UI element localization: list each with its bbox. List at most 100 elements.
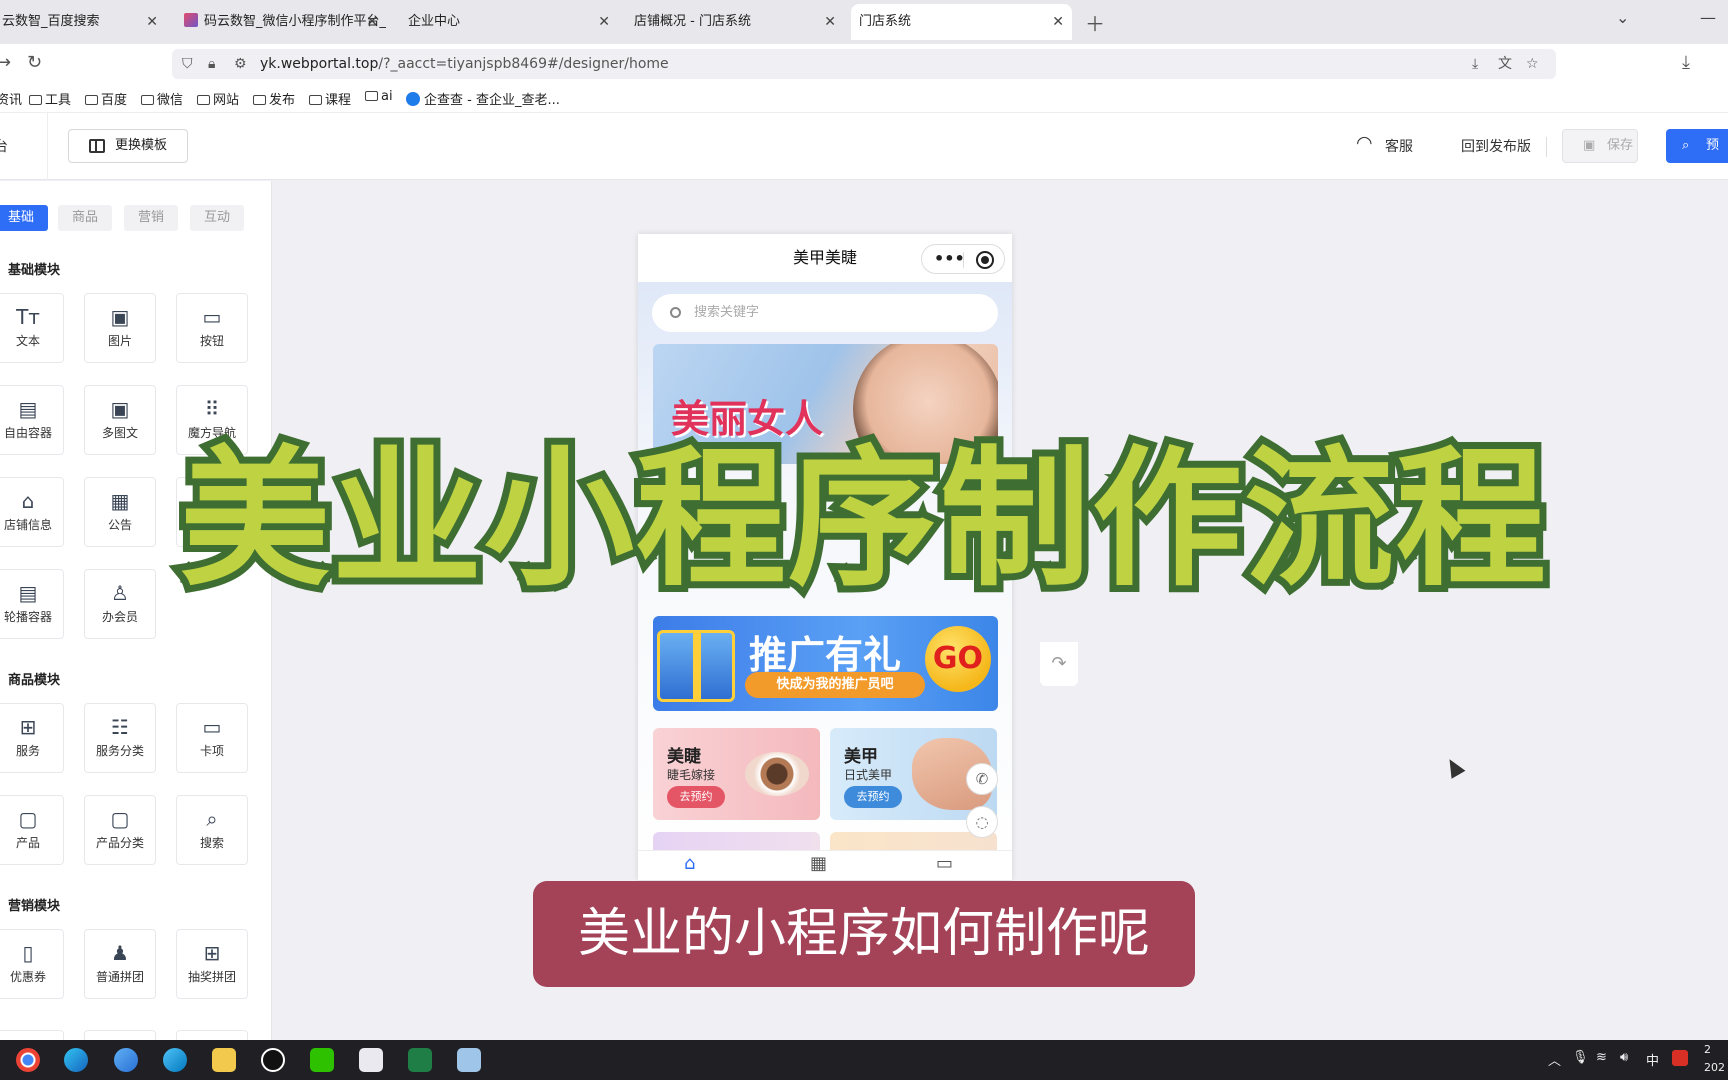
star-icon[interactable]: ☆ <box>1526 49 1539 79</box>
sogou-browser-icon[interactable] <box>114 1048 138 1072</box>
wechat-icon[interactable] <box>310 1048 334 1072</box>
tab-goods[interactable]: 商品 <box>58 205 112 231</box>
ime-indicator[interactable]: 中 <box>1646 1050 1659 1069</box>
preview-button[interactable]: ⌕ 预 <box>1666 129 1728 163</box>
lock-icon: 🔒︎ <box>208 56 216 72</box>
download-icon[interactable]: ⤓ <box>1682 52 1690 73</box>
close-icon[interactable]: ✕ <box>824 4 836 40</box>
bookmark-item[interactable]: 发布 <box>253 89 295 108</box>
bookmark-item[interactable]: 工具 <box>29 89 71 108</box>
folder-icon <box>309 95 322 105</box>
module-card[interactable]: ▢ 产品分类 <box>84 795 156 865</box>
change-template-button[interactable]: 更换模板 <box>68 129 188 163</box>
module-card[interactable] <box>0 1030 64 1040</box>
bookmark-item[interactable]: ai <box>365 89 393 104</box>
gift-box-icon <box>657 630 735 702</box>
chat-icon[interactable]: ◌ <box>966 806 998 838</box>
save-label: 保存 <box>1607 138 1634 153</box>
module-card[interactable]: ♟ 普通拼团 <box>84 929 156 999</box>
customer-service-button[interactable]: 客服 <box>1385 136 1413 156</box>
calendar-icon[interactable]: ▦ <box>810 853 827 874</box>
module-card[interactable]: ▯ 优惠券 <box>0 929 64 999</box>
wifi-icon[interactable]: ≋ <box>1596 1050 1607 1065</box>
clock-time[interactable]: 2 <box>1704 1043 1711 1056</box>
module-label: 服务 <box>15 744 40 758</box>
book-button[interactable]: 去预约 <box>844 786 902 808</box>
service-card-eyelash[interactable]: 美睫 睫毛嫁接 去预约 <box>653 728 820 820</box>
phone-search-input[interactable]: 搜索关键字 <box>652 294 998 332</box>
edge-icon[interactable] <box>64 1048 88 1072</box>
forward-icon[interactable]: → <box>0 52 11 73</box>
tab-marketing[interactable]: 营销 <box>124 205 178 231</box>
phone-call-icon[interactable]: ✆ <box>966 763 998 795</box>
chrome-icon[interactable] <box>16 1048 40 1072</box>
bookmark-item[interactable]: 百度 <box>85 89 127 108</box>
module-card[interactable]: Tт 文本 <box>0 293 64 363</box>
module-card[interactable]: ▢ 产品 <box>0 795 64 865</box>
minimize-icon[interactable]: — <box>1700 8 1716 27</box>
tab-interaction[interactable]: 互动 <box>190 205 244 231</box>
notepad-icon[interactable] <box>457 1048 481 1072</box>
promo-subtitle: 快成为我的推广员吧 <box>745 672 925 698</box>
card-icon: ▭ <box>202 715 222 739</box>
sogou-ime-icon[interactable] <box>1672 1050 1688 1066</box>
section-title-marketing: 营销模块 <box>8 899 61 914</box>
tab-enterprise-center[interactable]: 企业中心 ✕ <box>400 4 618 40</box>
bookmark-item[interactable]: 微信 <box>141 89 183 108</box>
folder-icon <box>141 95 154 105</box>
save-button[interactable]: ▣ 保存 <box>1562 129 1638 163</box>
excel-icon[interactable] <box>408 1048 432 1072</box>
volume-icon[interactable]: 🔊︎ <box>1620 1050 1628 1065</box>
card-icon[interactable]: ▭ <box>936 853 953 874</box>
tab-store-overview[interactable]: 店铺概况 - 门店系统 ✕ <box>626 4 844 40</box>
qq-icon[interactable] <box>261 1048 285 1072</box>
install-icon[interactable]: ⤓ <box>1472 49 1478 79</box>
video-editor-icon[interactable] <box>359 1048 383 1072</box>
browser-q-icon[interactable] <box>163 1048 187 1072</box>
close-icon[interactable]: ✕ <box>598 4 610 40</box>
tab-basic[interactable]: 基础 <box>0 205 48 231</box>
microphone-icon[interactable]: 🎙︎ <box>1572 1050 1589 1065</box>
tray-expand-icon[interactable]: ︿ <box>1548 1050 1561 1069</box>
eye-image <box>745 752 809 796</box>
module-card[interactable]: ☷ 服务分类 <box>84 703 156 773</box>
tab-store-system[interactable]: 门店系统 ✕ <box>851 4 1072 40</box>
file-explorer-icon[interactable] <box>212 1048 236 1072</box>
tab-list-icon[interactable]: ⌄ <box>1616 8 1629 27</box>
home-icon[interactable]: ⌂ <box>684 853 695 874</box>
module-card[interactable] <box>176 1030 248 1040</box>
tab-title: 码云数智_微信小程序制作平台_ <box>204 14 386 29</box>
close-icon[interactable]: ✕ <box>366 4 378 40</box>
module-card[interactable]: ▣ 图片 <box>84 293 156 363</box>
back-to-published-button[interactable]: 回到发布版 <box>1461 136 1531 156</box>
promo-banner[interactable]: 推广有礼 快成为我的推广员吧 GO <box>653 616 998 711</box>
tab-mayun[interactable]: 码云数智_微信小程序制作平台_ ✕ <box>176 4 386 40</box>
url-field[interactable]: ⛉ 🔒︎ ⚙ yk.webportal.top/?_aacct=tiyanjsp… <box>172 49 1556 79</box>
phone-tab-bar: ⌂ ▦ ▭ <box>638 850 1012 880</box>
module-card[interactable]: ▭ 卡项 <box>176 703 248 773</box>
bookmark-item[interactable]: 资讯 <box>0 89 22 108</box>
translate-icon[interactable]: 文 <box>1498 49 1512 79</box>
search-icon <box>670 307 681 318</box>
bookmark-item[interactable]: 企查查 - 查企业_查老... <box>406 89 560 108</box>
module-card[interactable] <box>84 1030 156 1040</box>
reload-icon[interactable]: ↻ <box>27 52 42 73</box>
module-card[interactable]: ⊞ 服务 <box>0 703 64 773</box>
bookmark-item[interactable]: 课程 <box>309 89 351 108</box>
group-buy-icon: ♟ <box>111 941 129 965</box>
close-icon[interactable]: ✕ <box>146 4 158 40</box>
grid-nav-icon: ⠿ <box>204 397 220 421</box>
book-button[interactable]: 去预约 <box>667 786 725 808</box>
redo-icon[interactable]: ↷ <box>1040 642 1078 686</box>
site-settings-icon[interactable]: ⚙ <box>234 49 247 79</box>
new-tab-icon[interactable]: ＋ <box>1085 8 1105 37</box>
tab-baidu-search[interactable]: 云数智_百度搜索 ✕ <box>0 4 166 40</box>
module-card[interactable]: ⌕ 搜索 <box>176 795 248 865</box>
clock-date[interactable]: 202 <box>1704 1061 1725 1074</box>
module-card[interactable]: ▭ 按钮 <box>176 293 248 363</box>
service-subtitle: 日式美甲 <box>844 768 893 782</box>
bookmark-item[interactable]: 网站 <box>197 89 239 108</box>
close-icon[interactable]: ✕ <box>1052 4 1064 40</box>
tab-title: 云数智_百度搜索 <box>2 14 100 29</box>
module-card[interactable]: ⊞ 抽奖拼团 <box>176 929 248 999</box>
